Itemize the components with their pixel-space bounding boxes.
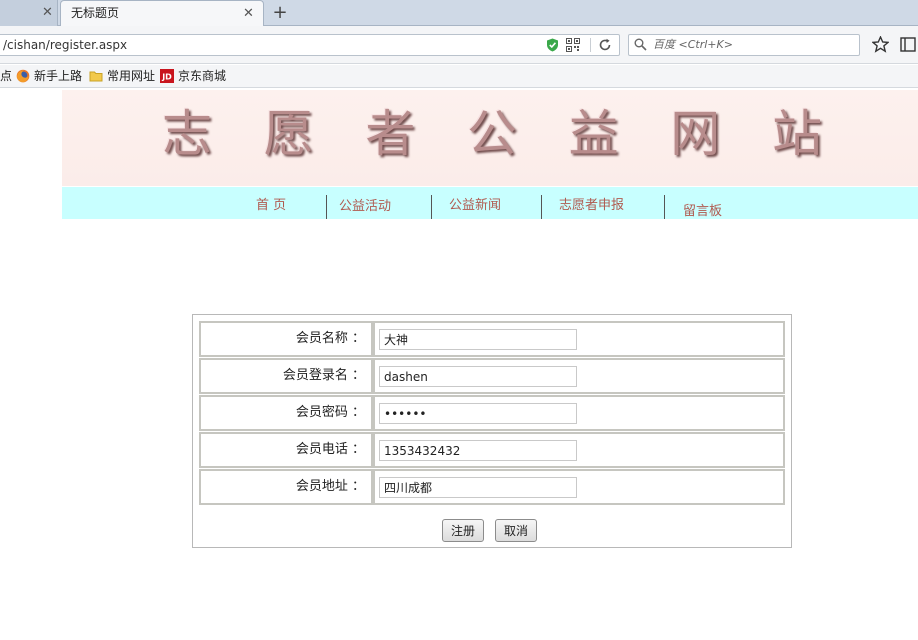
password-input[interactable] (379, 403, 577, 424)
form-cell (373, 432, 785, 468)
address-input[interactable] (379, 477, 577, 498)
site-banner: 志 愿 者 公 益 网 站 (62, 90, 918, 186)
form-cell (373, 321, 785, 357)
browser-toolbar: /cishan/register.aspx 百度 <Ctrl+K> (0, 26, 918, 64)
bookmark-label: 常用网址 (107, 69, 156, 83)
nav-divider (326, 195, 327, 219)
new-tab-button[interactable]: + (271, 0, 289, 26)
close-icon[interactable]: ✕ (42, 0, 53, 25)
search-placeholder: 百度 <Ctrl+K> (653, 38, 733, 51)
firefox-icon (16, 69, 30, 83)
bookmark-label: 点 (0, 69, 13, 83)
site-title-char: 网 (670, 105, 721, 163)
login-name-label: 会员登录名 ： (199, 358, 373, 394)
member-name-label: 会员名称 ： (199, 321, 373, 357)
address-label: 会员地址 ： (199, 469, 373, 505)
search-icon (634, 38, 647, 51)
phone-input[interactable] (379, 440, 577, 461)
password-label: 会员密码 ： (199, 395, 373, 431)
nav-item-volunteer-apply[interactable]: 志愿者申报 (559, 194, 624, 213)
address-bar[interactable]: /cishan/register.aspx (0, 34, 620, 56)
nav-divider (541, 195, 542, 219)
bookmark-star-icon[interactable] (872, 36, 889, 53)
register-form: 会员名称 ： 会员登录名 ： 会员密码 ： 会员电话 ： 会员地址 ： 注册 取… (192, 314, 792, 548)
site-title-char: 志 (162, 105, 212, 163)
svg-text:JD: JD (161, 73, 172, 82)
form-row-member-name: 会员名称 ： (199, 321, 785, 357)
browser-tab-active[interactable]: 无标题页 ✕ (60, 0, 264, 27)
refresh-icon[interactable] (598, 38, 612, 52)
phone-label: 会员电话 ： (199, 432, 373, 468)
register-button[interactable]: 注册 (442, 519, 485, 542)
form-row-address: 会员地址 ： (199, 469, 785, 505)
member-name-input[interactable] (379, 329, 577, 350)
bookmark-item[interactable]: 常用网址 (89, 65, 155, 88)
form-row-phone: 会员电话 ： (199, 432, 785, 468)
bookmarks-menu-icon[interactable] (900, 36, 918, 53)
site-title: 志 愿 者 公 益 网 站 (162, 104, 822, 164)
nav-item-news[interactable]: 公益新闻 (449, 194, 501, 213)
jd-icon: JD (160, 69, 174, 83)
form-button-row: 注册 取消 (193, 513, 791, 547)
close-icon[interactable]: ✕ (243, 1, 254, 26)
login-name-input[interactable] (379, 366, 577, 387)
address-text[interactable]: /cishan/register.aspx (3, 35, 127, 55)
form-cell (373, 469, 785, 505)
nav-divider (431, 195, 432, 219)
bookmark-label: 新手上路 (34, 69, 83, 83)
shield-icon[interactable] (546, 38, 559, 52)
bookmark-item[interactable]: 新手上路 (16, 65, 82, 88)
nav-divider (664, 195, 665, 219)
bookmarks-toolbar: 点 新手上路 常用网址 JD 京东商城 (0, 65, 918, 88)
browser-tab-strip: ✕ 无标题页 ✕ + (0, 0, 918, 27)
address-bar-divider (590, 38, 591, 52)
site-title-char: 益 (568, 105, 619, 163)
nav-item-home[interactable]: 首 页 (256, 194, 286, 213)
browser-tab-previous[interactable]: ✕ (0, 0, 58, 26)
form-cell (373, 395, 785, 431)
form-row-login-name: 会员登录名 ： (199, 358, 785, 394)
form-cell (373, 358, 785, 394)
site-title-char: 公 (466, 105, 517, 163)
folder-icon (89, 71, 103, 82)
nav-item-guestbook[interactable]: 留言板 (683, 200, 722, 219)
bookmark-item[interactable]: 点 (0, 65, 12, 88)
site-title-char: 站 (771, 105, 822, 163)
bookmark-label: 京东商城 (178, 69, 227, 83)
site-title-char: 者 (365, 105, 416, 163)
site-title-char: 愿 (263, 105, 314, 163)
cancel-button[interactable]: 取消 (495, 519, 538, 542)
tab-title: 无标题页 (71, 6, 120, 20)
form-row-password: 会员密码 ： (199, 395, 785, 431)
search-bar[interactable]: 百度 <Ctrl+K> (628, 34, 860, 56)
qr-code-icon[interactable] (566, 38, 580, 52)
bookmark-item[interactable]: JD 京东商城 (160, 65, 226, 88)
nav-item-activities[interactable]: 公益活动 (339, 195, 391, 214)
